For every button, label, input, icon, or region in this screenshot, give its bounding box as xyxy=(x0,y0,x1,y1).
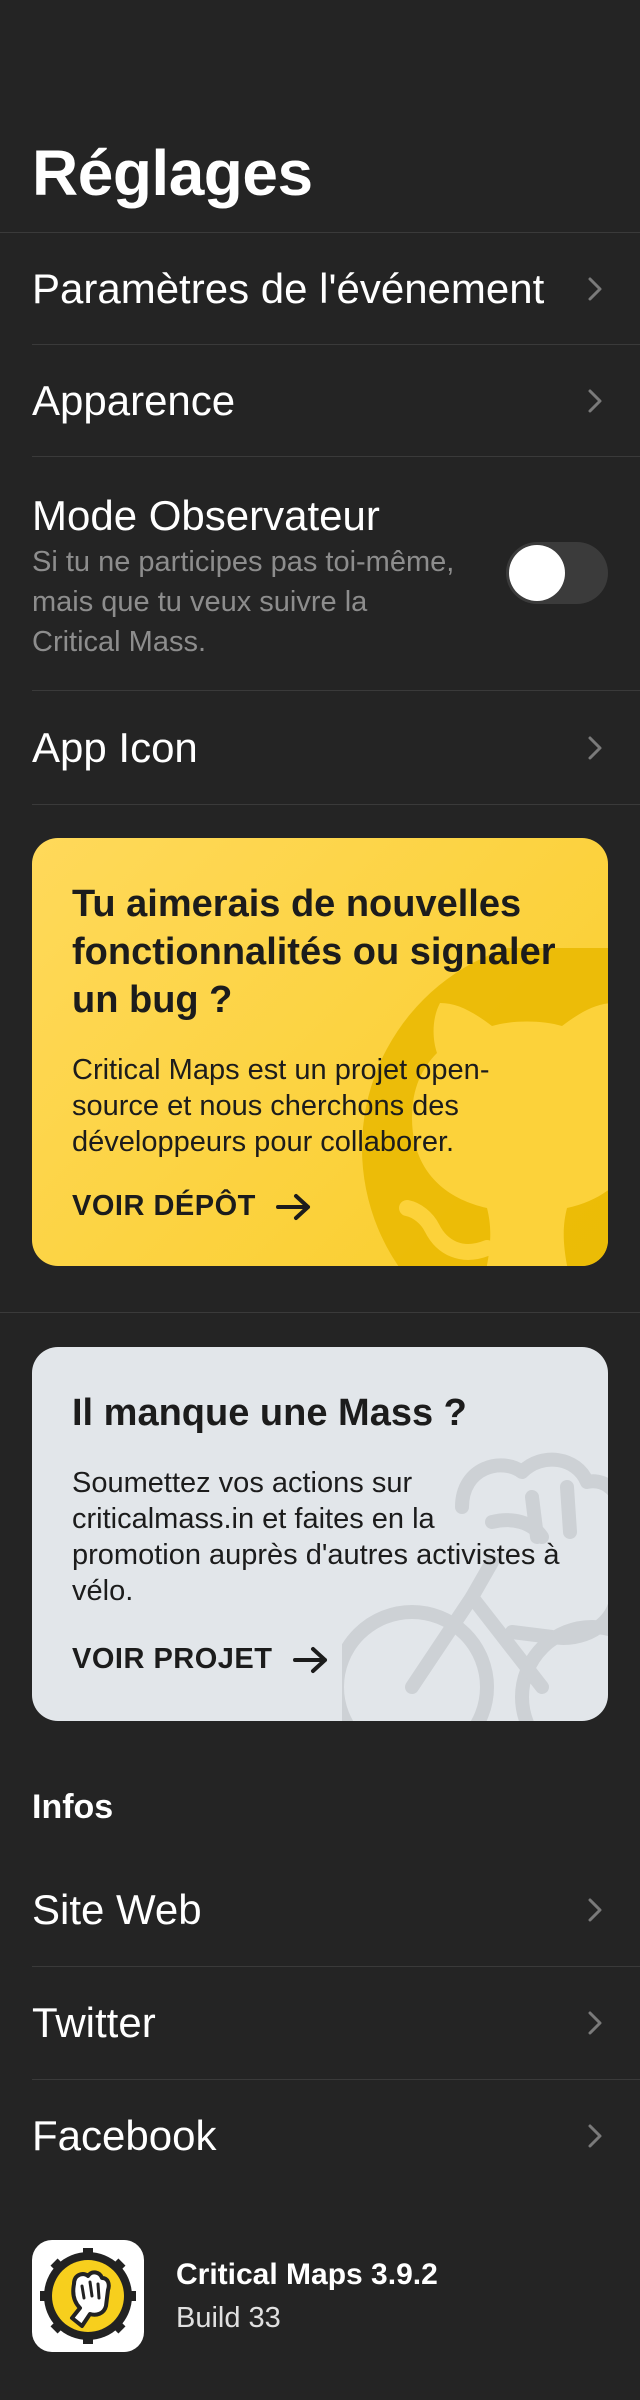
arrow-right-icon xyxy=(292,1646,327,1673)
event-settings-label: Paramètres de l'événement xyxy=(32,265,545,312)
facebook-row[interactable]: Facebook xyxy=(0,2080,640,2192)
observer-mode-toggle[interactable] xyxy=(506,542,608,604)
toggle-knob xyxy=(509,545,565,601)
chevron-right-icon xyxy=(588,2124,602,2148)
contribute-card-title: Tu aimerais de nouvelles fonctionnalités… xyxy=(72,883,556,1021)
app-name-version: Critical Maps 3.9.2 xyxy=(176,2257,438,2291)
observer-mode-label: Mode Observateur xyxy=(32,492,380,539)
divider xyxy=(0,1312,640,1313)
twitter-row[interactable]: Twitter xyxy=(0,1967,640,2079)
chevron-right-icon xyxy=(588,389,602,413)
chevron-right-icon xyxy=(588,1898,602,1922)
page-title: Réglages xyxy=(32,137,313,209)
website-label: Site Web xyxy=(32,1886,202,1933)
app-info: Critical Maps 3.9.2 Build 33 xyxy=(32,2240,438,2352)
observer-mode-description: Si tu ne participes pas toi-même, mais q… xyxy=(32,546,455,658)
appearance-label: Apparence xyxy=(32,377,236,424)
twitter-label: Twitter xyxy=(32,1999,156,2046)
view-repo-link[interactable]: VOIR DÉPÔT xyxy=(72,1190,312,1223)
website-row[interactable]: Site Web xyxy=(0,1854,640,1966)
divider xyxy=(32,690,640,691)
divider xyxy=(32,804,640,805)
contribute-card[interactable]: Tu aimerais de nouvelles fonctionnalités… xyxy=(32,838,608,1266)
event-settings-row[interactable]: Paramètres de l'événement xyxy=(0,233,640,345)
app-icon-row[interactable]: App Icon xyxy=(0,692,640,804)
app-icon-label: App Icon xyxy=(32,724,198,771)
contribute-card-body: Critical Maps est un projet open-source … xyxy=(72,1054,490,1158)
appearance-row[interactable]: Apparence xyxy=(0,345,640,457)
missing-mass-card[interactable]: Il manque une Mass ? Soumettez vos actio… xyxy=(32,1347,608,1721)
missing-mass-card-body: Soumettez vos actions sur criticalmass.i… xyxy=(72,1467,560,1607)
divider xyxy=(32,456,640,457)
arrow-right-icon xyxy=(275,1193,310,1220)
app-build: Build 33 xyxy=(176,2301,281,2334)
missing-mass-card-title: Il manque une Mass ? xyxy=(72,1392,467,1434)
info-section-header: Infos xyxy=(32,1788,114,1826)
view-project-label: VOIR PROJET xyxy=(72,1643,273,1675)
critical-maps-logo-icon xyxy=(32,2240,144,2352)
logo-gear xyxy=(40,2248,136,2344)
chevron-right-icon xyxy=(588,736,602,760)
observer-mode-row: Mode Observateur Si tu ne participes pas… xyxy=(32,472,608,692)
view-repo-label: VOIR DÉPÔT xyxy=(72,1190,256,1222)
chevron-right-icon xyxy=(588,2011,602,2035)
facebook-label: Facebook xyxy=(32,2112,217,2159)
chevron-right-icon xyxy=(588,277,602,301)
view-project-link[interactable]: VOIR PROJET xyxy=(72,1643,329,1676)
